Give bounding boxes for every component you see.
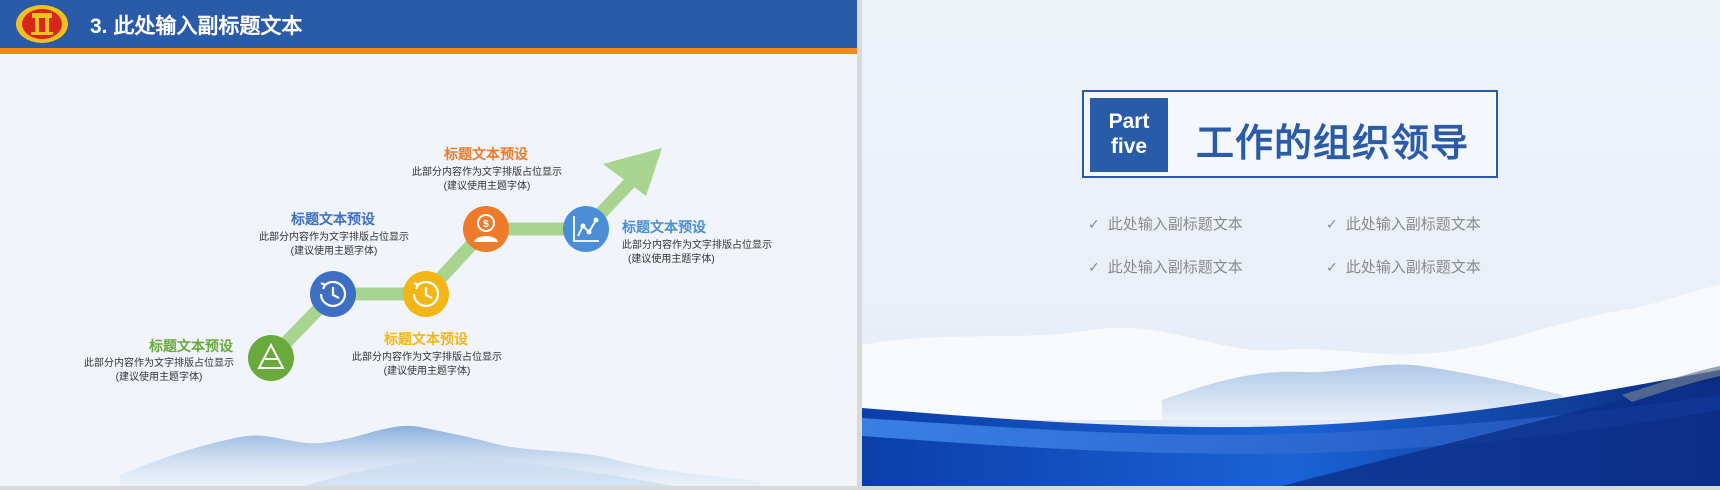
step-3-desc: 此部分内容作为文字排版占位显示 (建议使用主题字体) [352,351,502,379]
landscape-background [862,0,1720,486]
step-2-title: 标题文本预设 [291,211,375,227]
section-title: 工作的组织领导 [1196,123,1470,165]
check-icon: ✓ [1326,259,1338,275]
step-1-desc-line2: (建议使用主题字体) [115,372,203,383]
step-4-desc-line1: 此部分内容作为文字排版占位显示 [412,167,562,178]
step-2-desc-line2: (建议使用主题字体) [290,246,378,257]
step-4-title: 标题文本预设 [444,146,528,162]
step-4-desc: 此部分内容作为文字排版占位显示 (建议使用主题字体) [412,166,562,194]
step-5-desc-line1: 此部分内容作为文字排版占位显示 [622,240,772,251]
step-2-desc: 此部分内容作为文字排版占位显示 (建议使用主题字体) [259,231,409,259]
step-4-desc-line2: (建议使用主题字体) [443,181,531,192]
step-3-desc-line2: (建议使用主题字体) [383,366,471,377]
bullet-text: 此处输入副标题文本 [1345,259,1481,276]
bullet-text: 此处输入副标题文本 [1107,216,1243,233]
step-5-desc-line2: (建议使用主题字体) [628,254,715,265]
bullet-text: 此处输入副标题文本 [1345,216,1481,233]
step-2-desc-line1: 此部分内容作为文字排版占位显示 [259,232,409,243]
slide-left[interactable]: 3. 此处输入副标题文本 $ 标题文本预设 此部分内容作为文字排版占位显示 (建… [0,0,857,486]
check-icon: ✓ [1088,259,1100,275]
step-1-desc-line1: 此部分内容作为文字排版占位显示 [84,358,234,369]
step-3-title: 标题文本预设 [384,331,468,347]
section-title-box: Part five 工作的组织领导 [1082,90,1498,178]
bullet-item: ✓ 此处输入副标题文本 [1088,256,1243,277]
step-1-desc: 此部分内容作为文字排版占位显示 (建议使用主题字体) [84,357,234,385]
step-1-title: 标题文本预设 [149,338,233,354]
bullet-item: ✓ 此处输入副标题文本 [1326,213,1481,234]
step-3-desc-line1: 此部分内容作为文字排版占位显示 [352,352,502,363]
step-5-title: 标题文本预设 [622,219,706,235]
bullet-item: ✓ 此处输入副标题文本 [1326,256,1481,277]
check-icon: ✓ [1088,216,1100,232]
bullet-text: 此处输入副标题文本 [1107,259,1243,276]
part-label-line1: Part [1108,110,1150,133]
slide-right[interactable]: Part five 工作的组织领导 ✓ 此处输入副标题文本 ✓ 此处输入副标题文本 … [862,0,1720,486]
svg-text:$: $ [483,219,489,230]
check-icon: ✓ [1326,216,1338,232]
part-badge: Part five [1090,98,1168,172]
bullet-item: ✓ 此处输入副标题文本 [1088,213,1243,234]
part-label-line2: five [1110,135,1148,158]
step-5-desc: 此部分内容作为文字排版占位显示 (建议使用主题字体) [622,239,772,267]
